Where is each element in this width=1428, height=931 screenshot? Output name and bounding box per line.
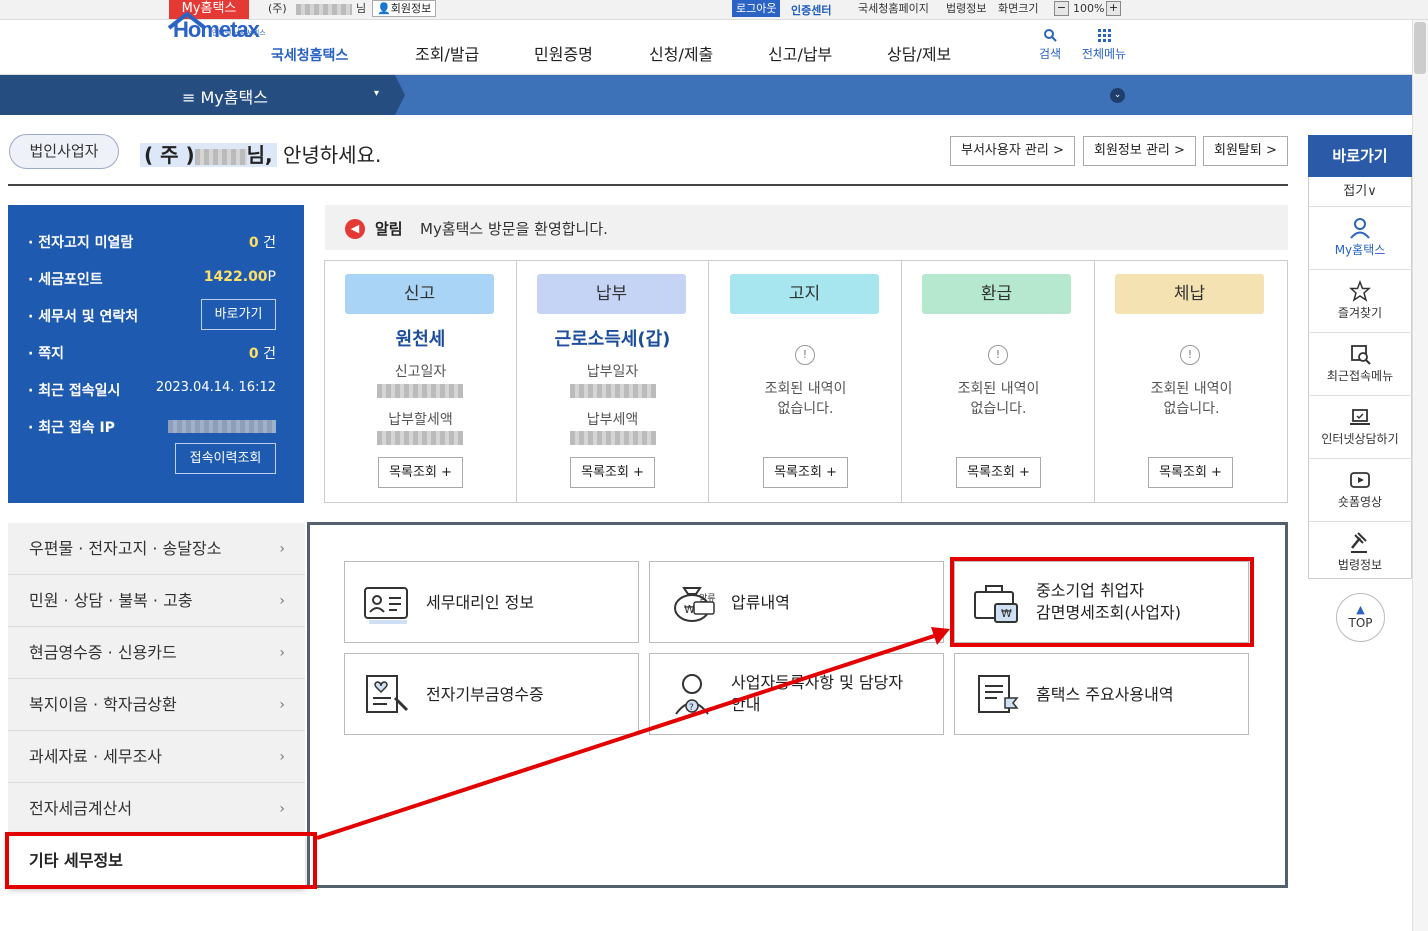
quick-label: 즐겨찾기 (1337, 306, 1383, 320)
scrollbar-thumb[interactable] (1414, 22, 1426, 74)
quick-favorites[interactable]: 즐겨찾기 (1308, 270, 1412, 333)
annotation-arrow-icon (316, 627, 950, 840)
quick-internet-consult[interactable]: 인터넷상담하기 (1308, 396, 1412, 459)
quick-label: My홈택스 (1334, 243, 1386, 257)
quick-law-info[interactable]: 법령정보 (1308, 522, 1412, 585)
quick-label: 숏폼영상 (1337, 495, 1383, 509)
star-icon (1349, 280, 1371, 302)
user-icon (1350, 218, 1370, 239)
play-icon (1350, 472, 1370, 488)
quick-label: 법령정보 (1337, 558, 1383, 572)
gavel-icon (1351, 532, 1367, 553)
vertical-scrollbar[interactable] (1412, 20, 1428, 931)
quick-menu-fold-button[interactable]: 접기∨ (1308, 177, 1412, 207)
quick-label: 최근접속메뉴 (1326, 369, 1394, 383)
quick-label: 인터넷상담하기 (1321, 432, 1399, 446)
quick-recent-menu[interactable]: 최근접속메뉴 (1308, 333, 1412, 396)
quick-my-hometax[interactable]: My홈택스 (1308, 207, 1412, 270)
arrow-up-icon: ▲ (1356, 603, 1365, 616)
top-label: TOP (1348, 616, 1373, 630)
scroll-top-button[interactable]: ▲ TOP (1336, 593, 1385, 642)
recent-search-icon (1351, 345, 1371, 365)
quick-short-video[interactable]: 숏폼영상 (1308, 459, 1412, 522)
laptop-icon (1350, 409, 1370, 425)
quick-menu-title: 바로가기 (1308, 135, 1412, 177)
